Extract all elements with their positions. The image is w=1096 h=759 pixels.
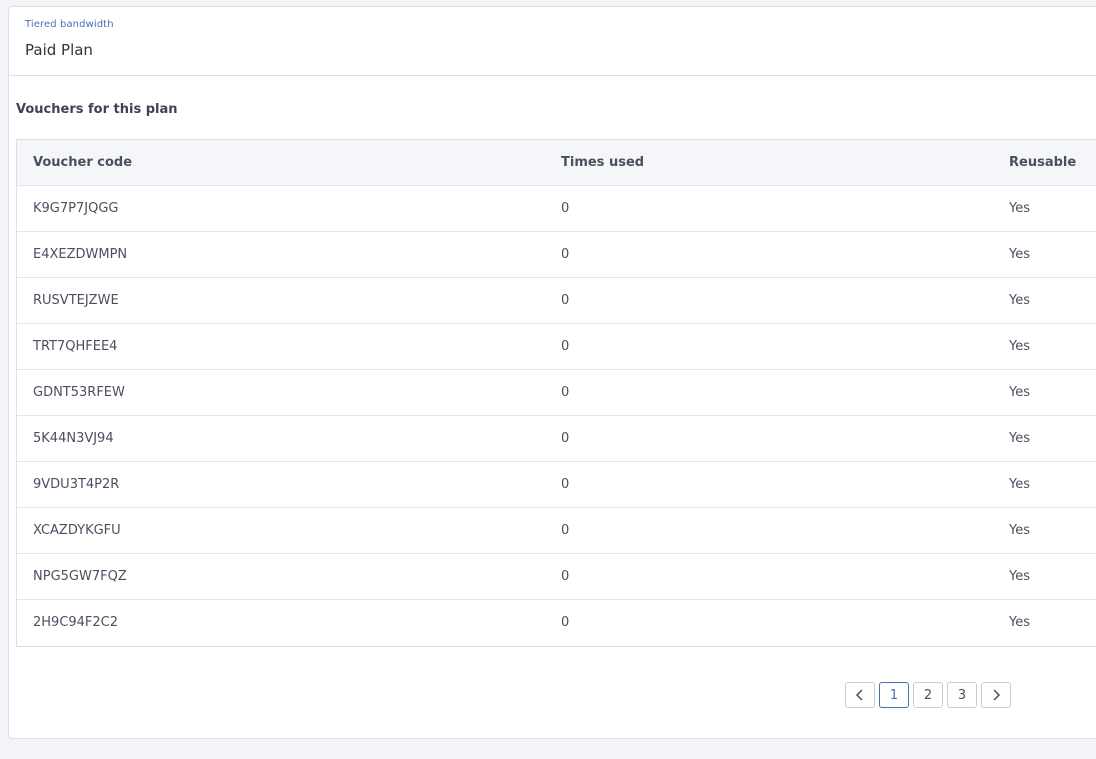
column-header-voucher-code[interactable]: Voucher code [33, 140, 132, 185]
reusable-cell: Yes [1009, 569, 1030, 584]
voucher-code-cell: NPG5GW7FQZ [33, 569, 127, 584]
reusable-cell: Yes [1009, 339, 1030, 354]
table-row[interactable]: NPG5GW7FQZ 0 Yes [17, 554, 1096, 600]
page-button-1[interactable]: 1 [879, 682, 909, 708]
table-row[interactable]: 9VDU3T4P2R 0 Yes [17, 462, 1096, 508]
prev-page-button[interactable] [845, 682, 875, 708]
page-button-3[interactable]: 3 [947, 682, 977, 708]
table-row[interactable]: XCAZDYKGFU 0 Yes [17, 508, 1096, 554]
table-row[interactable]: E4XEZDWMPN 0 Yes [17, 232, 1096, 278]
table-row[interactable]: GDNT53RFEW 0 Yes [17, 370, 1096, 416]
column-header-reusable[interactable]: Reusable [1009, 140, 1076, 185]
vouchers-table: Voucher code Times used Reusable K9G7P7J… [16, 139, 1096, 647]
voucher-code-cell: XCAZDYKGFU [33, 523, 121, 538]
table-row[interactable]: RUSVTEJZWE 0 Yes [17, 278, 1096, 324]
table-row[interactable]: 5K44N3VJ94 0 Yes [17, 416, 1096, 462]
pagination: 1 2 3 [845, 682, 1011, 708]
voucher-code-cell: GDNT53RFEW [33, 385, 125, 400]
table-row[interactable]: 2H9C94F2C2 0 Yes [17, 600, 1096, 646]
voucher-code-cell: RUSVTEJZWE [33, 293, 119, 308]
times-used-cell: 0 [561, 385, 570, 400]
times-used-cell: 0 [561, 339, 570, 354]
times-used-cell: 0 [561, 523, 570, 538]
voucher-code-cell: 2H9C94F2C2 [33, 615, 119, 630]
next-page-button[interactable] [981, 682, 1011, 708]
reusable-cell: Yes [1009, 247, 1030, 262]
reusable-cell: Yes [1009, 523, 1030, 538]
card-header: Tiered bandwidth Paid Plan [9, 7, 1096, 76]
plan-category-label: Tiered bandwidth [25, 19, 114, 30]
vouchers-section-title: Vouchers for this plan [16, 102, 178, 117]
page-button-2[interactable]: 2 [913, 682, 943, 708]
reusable-cell: Yes [1009, 385, 1030, 400]
times-used-cell: 0 [561, 293, 570, 308]
reusable-cell: Yes [1009, 615, 1030, 630]
voucher-code-cell: 9VDU3T4P2R [33, 477, 120, 492]
table-header-row: Voucher code Times used Reusable [17, 140, 1096, 186]
times-used-cell: 0 [561, 615, 570, 630]
times-used-cell: 0 [561, 569, 570, 584]
table-row[interactable]: TRT7QHFEE4 0 Yes [17, 324, 1096, 370]
times-used-cell: 0 [561, 431, 570, 446]
table-row[interactable]: K9G7P7JQGG 0 Yes [17, 186, 1096, 232]
chevron-right-icon [993, 689, 1001, 701]
reusable-cell: Yes [1009, 293, 1030, 308]
times-used-cell: 0 [561, 247, 570, 262]
plan-title: Paid Plan [25, 41, 93, 59]
chevron-left-icon [855, 689, 863, 701]
voucher-code-cell: E4XEZDWMPN [33, 247, 128, 262]
times-used-cell: 0 [561, 201, 570, 216]
voucher-code-cell: K9G7P7JQGG [33, 201, 119, 216]
column-header-times-used[interactable]: Times used [561, 140, 644, 185]
reusable-cell: Yes [1009, 477, 1030, 492]
voucher-code-cell: TRT7QHFEE4 [33, 339, 118, 354]
reusable-cell: Yes [1009, 201, 1030, 216]
voucher-code-cell: 5K44N3VJ94 [33, 431, 114, 446]
reusable-cell: Yes [1009, 431, 1030, 446]
times-used-cell: 0 [561, 477, 570, 492]
